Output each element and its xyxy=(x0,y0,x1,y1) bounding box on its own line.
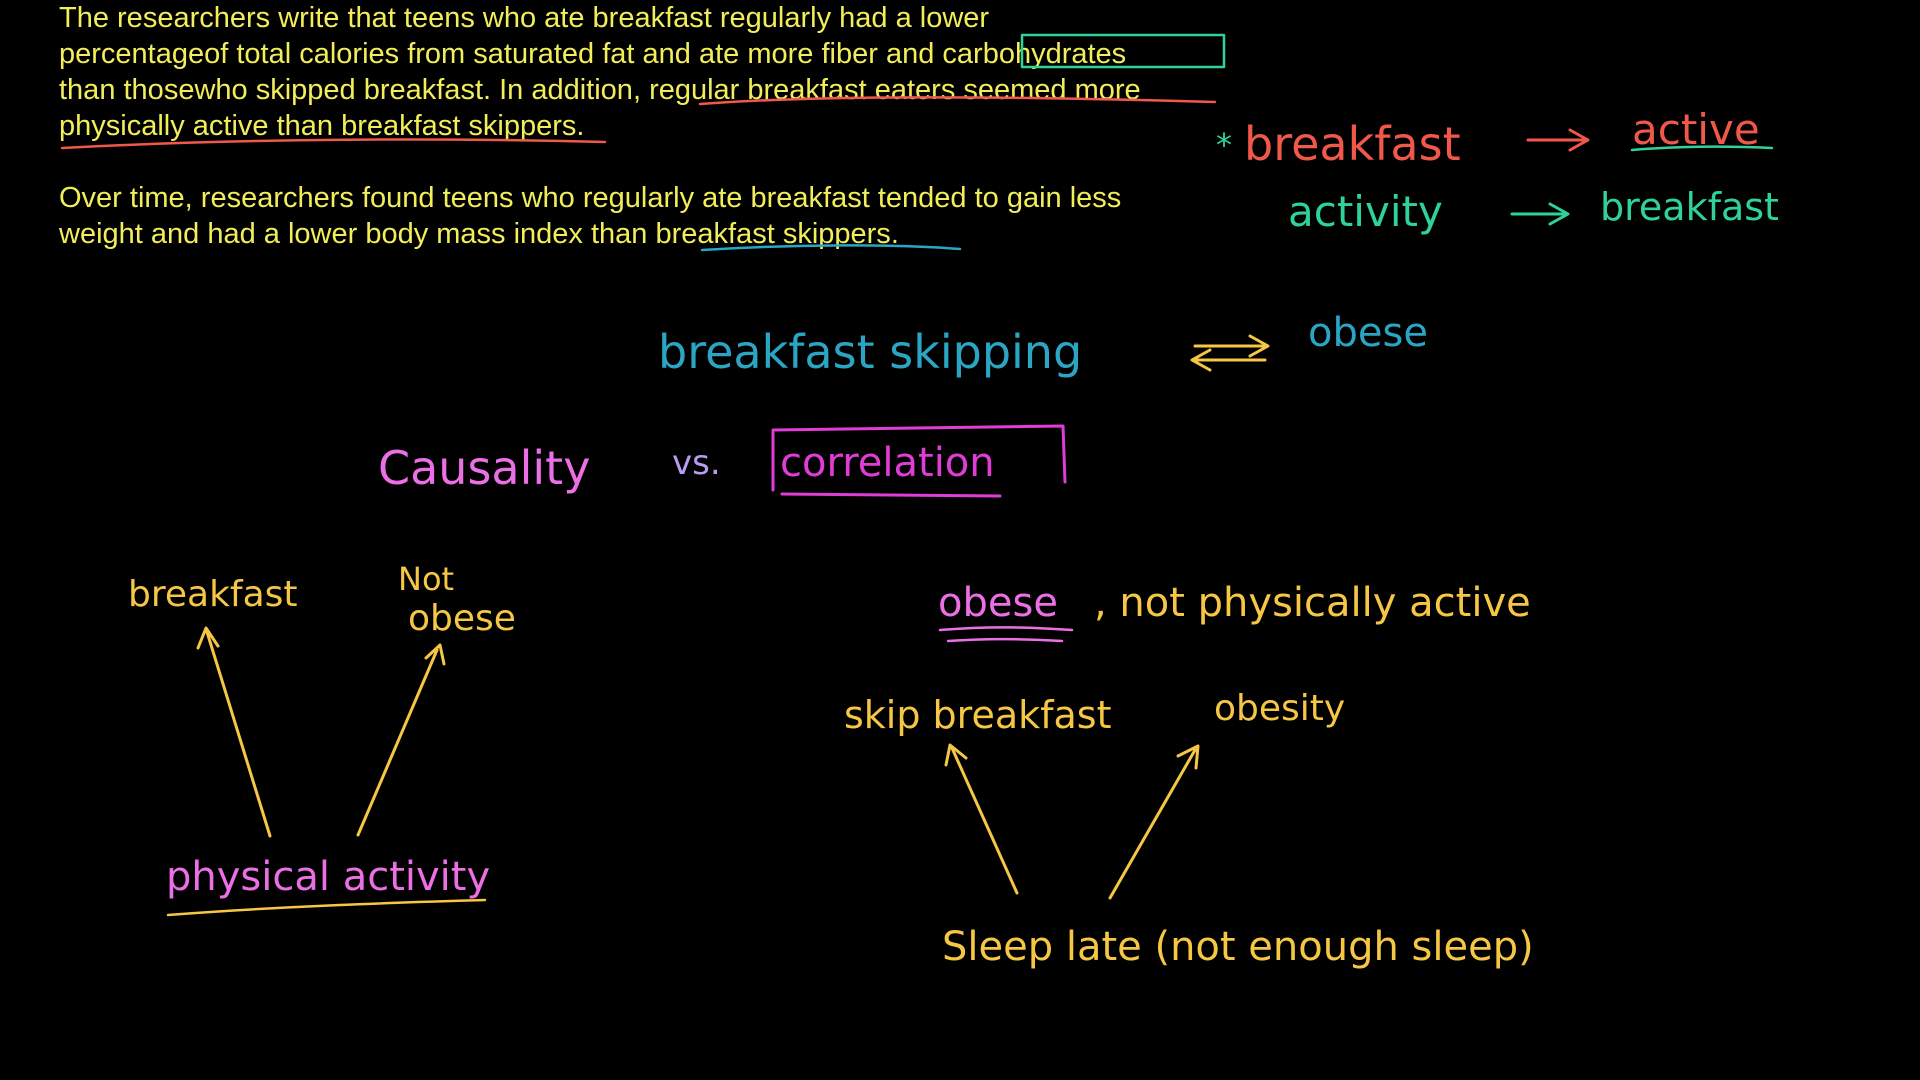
obese-heading: obese xyxy=(938,580,1058,626)
obese-note-center: obese xyxy=(1308,310,1428,356)
right-arrow-skip-breakfast xyxy=(944,743,1019,895)
breakfast-skipping-note: breakfast skipping xyxy=(658,325,1082,379)
breakfast-note-1: breakfast xyxy=(1244,117,1461,171)
not-physically-active-heading: , not physically active xyxy=(1094,580,1531,626)
activity-note: activity xyxy=(1288,187,1443,236)
breakfast-note-2: breakfast xyxy=(1600,185,1779,229)
right-arrow-obesity xyxy=(1108,744,1200,900)
blue-underline xyxy=(700,244,962,252)
physical-activity-underline xyxy=(166,898,487,917)
double-arrow xyxy=(1190,334,1270,372)
obesity-label: obesity xyxy=(1214,688,1345,729)
obese-underline xyxy=(938,626,1074,643)
blackboard: The researchers write that teens who ate… xyxy=(0,0,1920,1080)
left-arrow-breakfast xyxy=(196,626,272,838)
arrow-breakfast-active xyxy=(1526,128,1590,152)
vs-word: vs. xyxy=(672,443,721,483)
physical-activity-label: physical activity xyxy=(166,854,490,900)
sleep-late-label: Sleep late (not enough sleep) xyxy=(942,924,1534,970)
left-not-label: Not xyxy=(398,560,454,598)
skip-breakfast-label: skip breakfast xyxy=(844,693,1112,737)
correlation-word: correlation xyxy=(780,440,995,486)
star-mark: * xyxy=(1216,126,1232,164)
left-breakfast-label: breakfast xyxy=(128,574,298,615)
causality-word: Causality xyxy=(378,441,590,495)
red-underline-1 xyxy=(698,96,1217,106)
red-underline-2 xyxy=(60,138,607,150)
active-note: active xyxy=(1632,105,1760,154)
arrow-activity-breakfast xyxy=(1510,202,1570,226)
left-arrow-not-obese xyxy=(356,643,446,837)
carbohydrates-box xyxy=(1020,33,1226,69)
handwriting-layer: * breakfast active activity breakfast br… xyxy=(60,33,1779,970)
left-obese-label: obese xyxy=(408,598,516,639)
